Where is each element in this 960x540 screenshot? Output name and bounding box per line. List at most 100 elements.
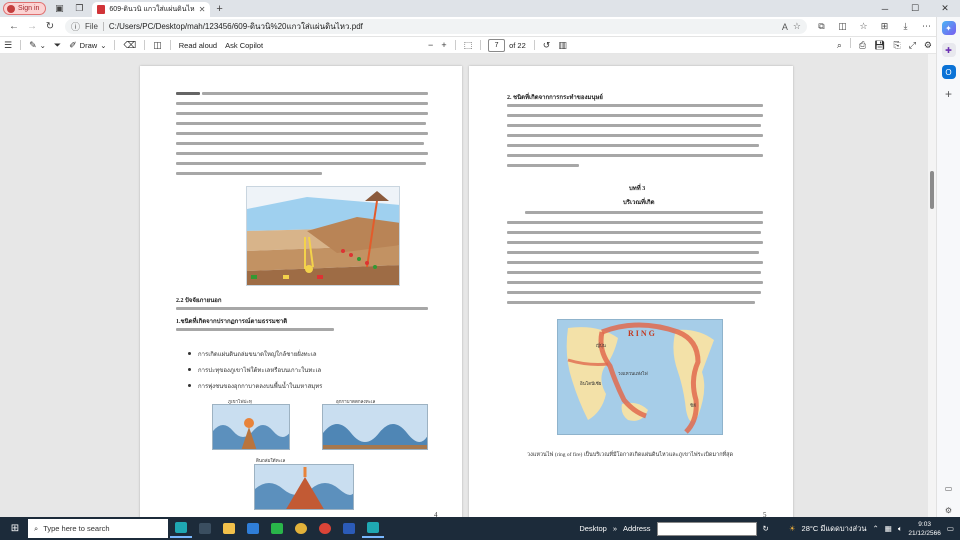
chevron-icon[interactable]: » <box>613 524 617 533</box>
taskbar-app-explorer[interactable] <box>218 519 240 538</box>
edge-alt-icon <box>367 522 379 533</box>
rotate-button[interactable]: ↺ <box>539 38 555 53</box>
subduction-illustration <box>247 191 399 285</box>
taskbar-app-store[interactable] <box>242 519 264 538</box>
page-total: of 22 <box>509 40 526 50</box>
forward-button[interactable]: → <box>23 19 41 35</box>
search-button[interactable]: ⌕ <box>833 38 846 53</box>
print-button[interactable]: ⎙ <box>855 38 870 53</box>
tools-icon[interactable]: ✚ <box>941 43 956 57</box>
taskbar-app-edge[interactable] <box>170 519 192 538</box>
two-page-button[interactable]: ▥ <box>554 38 571 53</box>
copilot-icon[interactable]: ✦ <box>941 21 956 35</box>
map-label-chile: ชิลี <box>690 403 696 408</box>
edge-sidebar: ✦ ✚ O + ▭ ⚙ <box>936 17 960 517</box>
volume-icon[interactable]: 🔈︎ <box>898 524 903 534</box>
ask-copilot-label: Ask Copilot <box>225 40 264 50</box>
workspaces-icon[interactable]: ▣ <box>52 2 66 15</box>
subheading: 1.ชนิดที่เกิดจากปรากฏการณ์ตามธรรมชาติ <box>176 319 288 325</box>
taskbar-app-task-view[interactable] <box>194 519 216 538</box>
sign-in-button[interactable]: Sign in <box>3 2 47 15</box>
text-line <box>507 124 761 127</box>
go-icon[interactable]: ↻ <box>763 524 769 533</box>
taskbar-app-chrome[interactable] <box>290 519 312 538</box>
split-screen-icon[interactable]: ◫ <box>832 19 853 35</box>
pdf-viewer[interactable]: 2.2 ปัจจัยภายนอก 1.ชนิดที่เกิดจากปรากฏกา… <box>0 54 936 517</box>
zoom-in-button[interactable]: + <box>437 38 450 53</box>
minimize-button[interactable]: ─ <box>870 0 900 17</box>
close-window-button[interactable]: ✕ <box>930 0 960 17</box>
fit-page-button[interactable]: ⬚ <box>460 38 477 53</box>
address-bar[interactable]: ⓘ File C:/Users/PC/Desktop/mah/123456/60… <box>65 19 807 34</box>
fullscreen-button[interactable]: ⤢ <box>905 38 920 53</box>
address-text[interactable]: C:/Users/PC/Desktop/mah/123456/609-ดินวน… <box>109 20 777 33</box>
desktop-toolbar-label[interactable]: Desktop <box>579 524 607 533</box>
figure-caption-3: ดินถล่มใต้ทะเล <box>256 458 286 463</box>
sidebar-settings-icon[interactable]: ⚙ <box>942 503 956 517</box>
page-number-input[interactable]: 7 <box>488 38 506 52</box>
highlight-button[interactable]: ✎ ⌄ <box>25 38 50 53</box>
title-bar: Sign in ▣ ❐ 609-ดินวนิ แกวใส่แผ่นดินไหว.… <box>0 0 960 17</box>
start-button[interactable]: ⊞ <box>6 521 24 537</box>
read-aloud-icon[interactable]: A <box>782 22 788 32</box>
tab-pdf[interactable]: 609-ดินวนิ แกวใส่แผ่นดินไหว.pdf ✕ <box>92 2 211 17</box>
refresh-button[interactable]: ↻ <box>41 19 59 35</box>
view-button[interactable]: ◫ <box>149 38 166 53</box>
draw-button[interactable]: ✐ Draw ⌄ <box>65 38 110 53</box>
add-icon[interactable]: + <box>942 87 956 101</box>
clock[interactable]: 9:03 21/12/2566 <box>908 520 941 538</box>
taskbar-app-line[interactable] <box>266 519 288 538</box>
tab-actions-icon[interactable]: ❐ <box>72 2 86 15</box>
toolbar-separator <box>20 40 22 50</box>
downloads-icon[interactable]: ⤓ <box>895 19 916 35</box>
taskbar-app-word[interactable] <box>338 519 360 538</box>
close-tab-icon[interactable]: ✕ <box>199 5 206 14</box>
extensions-icon[interactable]: ⧉ <box>811 19 832 35</box>
draw-icon: ✐ <box>69 39 77 50</box>
svg-text:R I N G: R I N G <box>628 329 655 338</box>
highlighter-icon: ✎ <box>29 39 37 50</box>
ask-copilot-button[interactable]: Ask Copilot <box>221 38 267 53</box>
zoom-out-button[interactable]: − <box>424 38 437 53</box>
tray-overflow-icon[interactable]: ⌃ <box>872 524 878 533</box>
figure-caption: วงแหวนไฟ (ring of fire) เป็นบริเวณที่มีโ… <box>527 452 734 458</box>
favorite-star-icon[interactable]: ☆ <box>793 21 801 32</box>
outlook-icon[interactable]: O <box>941 65 956 79</box>
filter-button[interactable]: ⏷ <box>50 38 65 53</box>
erase-button[interactable]: ⌫ <box>119 38 140 53</box>
read-aloud-button[interactable]: Read aloud <box>175 38 221 53</box>
save-button[interactable]: 💾︎ <box>870 38 889 53</box>
contents-button[interactable]: ☰ <box>0 38 16 53</box>
weather-text[interactable]: 28°C มีแดดบางส่วน <box>802 523 867 535</box>
back-button[interactable]: ← <box>5 19 23 35</box>
text-line <box>507 154 763 157</box>
taskbar-app-edge-2[interactable] <box>362 519 384 538</box>
settings-button[interactable]: ⚙ <box>920 38 936 53</box>
network-icon[interactable]: ▦ <box>885 524 892 533</box>
collections-icon[interactable]: ⊞ <box>874 19 895 35</box>
text-line <box>176 152 428 155</box>
save-as-button[interactable]: ⎘ <box>890 38 905 53</box>
scrollbar-thumb[interactable] <box>930 171 934 209</box>
new-tab-button[interactable]: + <box>216 3 222 15</box>
text-line <box>176 162 426 165</box>
tab-title: 609-ดินวนิ แกวใส่แผ่นดินไหว.pdf <box>109 6 195 13</box>
chrome-alt-icon <box>319 523 331 534</box>
maximize-button[interactable]: ☐ <box>900 0 930 17</box>
taskbar-search[interactable]: ⌕ Type here to search <box>28 519 168 538</box>
more-icon[interactable]: ⋯ <box>916 19 937 35</box>
toolbar-separator <box>533 40 535 50</box>
info-icon[interactable]: ⓘ <box>71 20 80 33</box>
notifications-icon[interactable]: ▭ <box>947 524 954 533</box>
volcano-tsunami-image <box>212 404 290 450</box>
text-line <box>202 92 428 95</box>
draw-label: Draw <box>79 40 98 50</box>
favorites-icon[interactable]: ☆ <box>853 19 874 35</box>
sidebar-layout-icon[interactable]: ▭ <box>942 481 956 495</box>
search-placeholder: Type here to search <box>43 524 110 533</box>
profile-icon <box>7 4 15 13</box>
taskbar-app-chrome-2[interactable] <box>314 519 336 538</box>
two-page-icon: ▥ <box>558 39 567 50</box>
taskbar-address-input[interactable] <box>656 521 757 536</box>
vertical-scrollbar[interactable] <box>928 54 936 517</box>
